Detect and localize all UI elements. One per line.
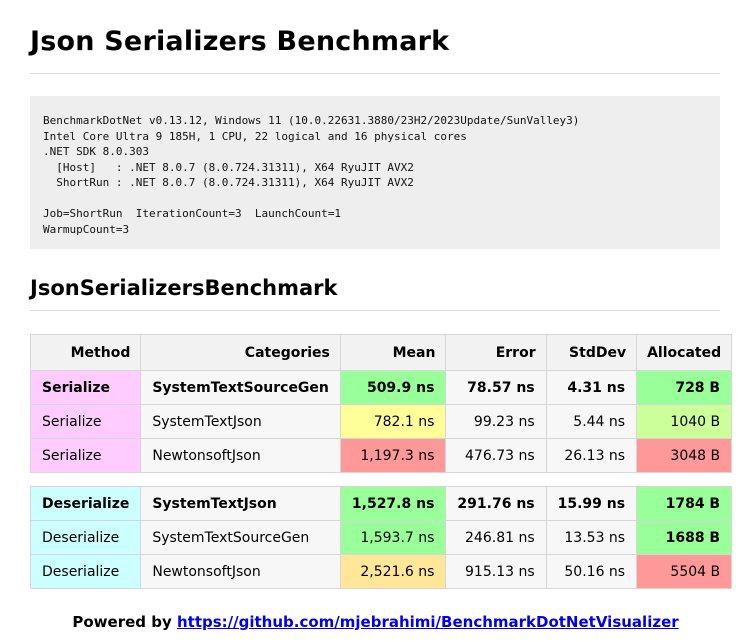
table-row: Deserialize NewtonsoftJson 2,521.6 ns 91… — [29, 554, 733, 589]
table-header-row: Method Categories Mean Error StdDev Allo… — [29, 334, 733, 371]
github-link[interactable]: https://github.com/mjebrahimi/BenchmarkD… — [177, 613, 679, 631]
column-header-allocated: Allocated — [636, 334, 733, 371]
category-cell: NewtonsoftJson — [140, 438, 341, 473]
allocated-cell: 728 B — [636, 370, 733, 405]
column-header-categories: Categories — [140, 334, 341, 371]
benchmark-table: Method Categories Mean Error StdDev Allo… — [29, 334, 733, 589]
mean-cell: 782.1 ns — [339, 404, 447, 439]
stddev-cell: 26.13 ns — [545, 438, 638, 473]
stddev-cell: 4.31 ns — [545, 370, 638, 405]
column-header-error: Error — [445, 334, 547, 371]
benchmark-page: Json Serializers Benchmark BenchmarkDotN… — [0, 0, 751, 642]
column-header-mean: Mean — [339, 334, 447, 371]
table-row: Serialize SystemTextSourceGen 509.9 ns 7… — [29, 370, 733, 405]
table-row: Serialize SystemTextJson 782.1 ns 99.23 … — [29, 404, 733, 439]
mean-cell: 1,197.3 ns — [339, 438, 447, 473]
error-cell: 99.23 ns — [445, 404, 547, 439]
stddev-cell: 5.44 ns — [545, 404, 638, 439]
table-row: Deserialize SystemTextJson 1,527.8 ns 29… — [29, 486, 733, 521]
category-cell: SystemTextJson — [140, 486, 341, 521]
error-cell: 246.81 ns — [445, 520, 547, 555]
method-cell: Deserialize — [29, 554, 142, 589]
method-cell: Serialize — [29, 370, 142, 405]
category-cell: SystemTextSourceGen — [140, 370, 341, 405]
table-row: Deserialize SystemTextSourceGen 1,593.7 … — [29, 520, 733, 555]
footer-prefix: Powered by — [72, 613, 177, 631]
category-cell: SystemTextJson — [140, 404, 341, 439]
column-header-stddev: StdDev — [545, 334, 638, 371]
title-divider — [30, 73, 720, 74]
mean-cell: 509.9 ns — [339, 370, 447, 405]
mean-cell: 1,593.7 ns — [339, 520, 447, 555]
category-cell: NewtonsoftJson — [140, 554, 341, 589]
table-row: Serialize NewtonsoftJson 1,197.3 ns 476.… — [29, 438, 733, 473]
environment-info-block: BenchmarkDotNet v0.13.12, Windows 11 (10… — [30, 96, 720, 249]
mean-cell: 2,521.6 ns — [339, 554, 447, 589]
page-title: Json Serializers Benchmark — [30, 26, 450, 57]
allocated-cell: 1688 B — [636, 520, 733, 555]
allocated-cell: 3048 B — [636, 438, 733, 473]
allocated-cell: 1040 B — [636, 404, 733, 439]
category-cell: SystemTextSourceGen — [140, 520, 341, 555]
method-cell: Serialize — [29, 404, 142, 439]
group-spacer — [30, 472, 732, 487]
stddev-cell: 50.16 ns — [545, 554, 638, 589]
method-cell: Deserialize — [29, 520, 142, 555]
allocated-cell: 5504 B — [636, 554, 733, 589]
section-title: JsonSerializersBenchmark — [30, 276, 338, 300]
allocated-cell: 1784 B — [636, 486, 733, 521]
method-cell: Serialize — [29, 438, 142, 473]
method-cell: Deserialize — [29, 486, 142, 521]
section-divider — [30, 310, 720, 311]
error-cell: 915.13 ns — [445, 554, 547, 589]
error-cell: 476.73 ns — [445, 438, 547, 473]
stddev-cell: 13.53 ns — [545, 520, 638, 555]
mean-cell: 1,527.8 ns — [339, 486, 447, 521]
stddev-cell: 15.99 ns — [545, 486, 638, 521]
footer: Powered by https://github.com/mjebrahimi… — [0, 613, 751, 631]
error-cell: 78.57 ns — [445, 370, 547, 405]
column-header-method: Method — [29, 334, 142, 371]
error-cell: 291.76 ns — [445, 486, 547, 521]
